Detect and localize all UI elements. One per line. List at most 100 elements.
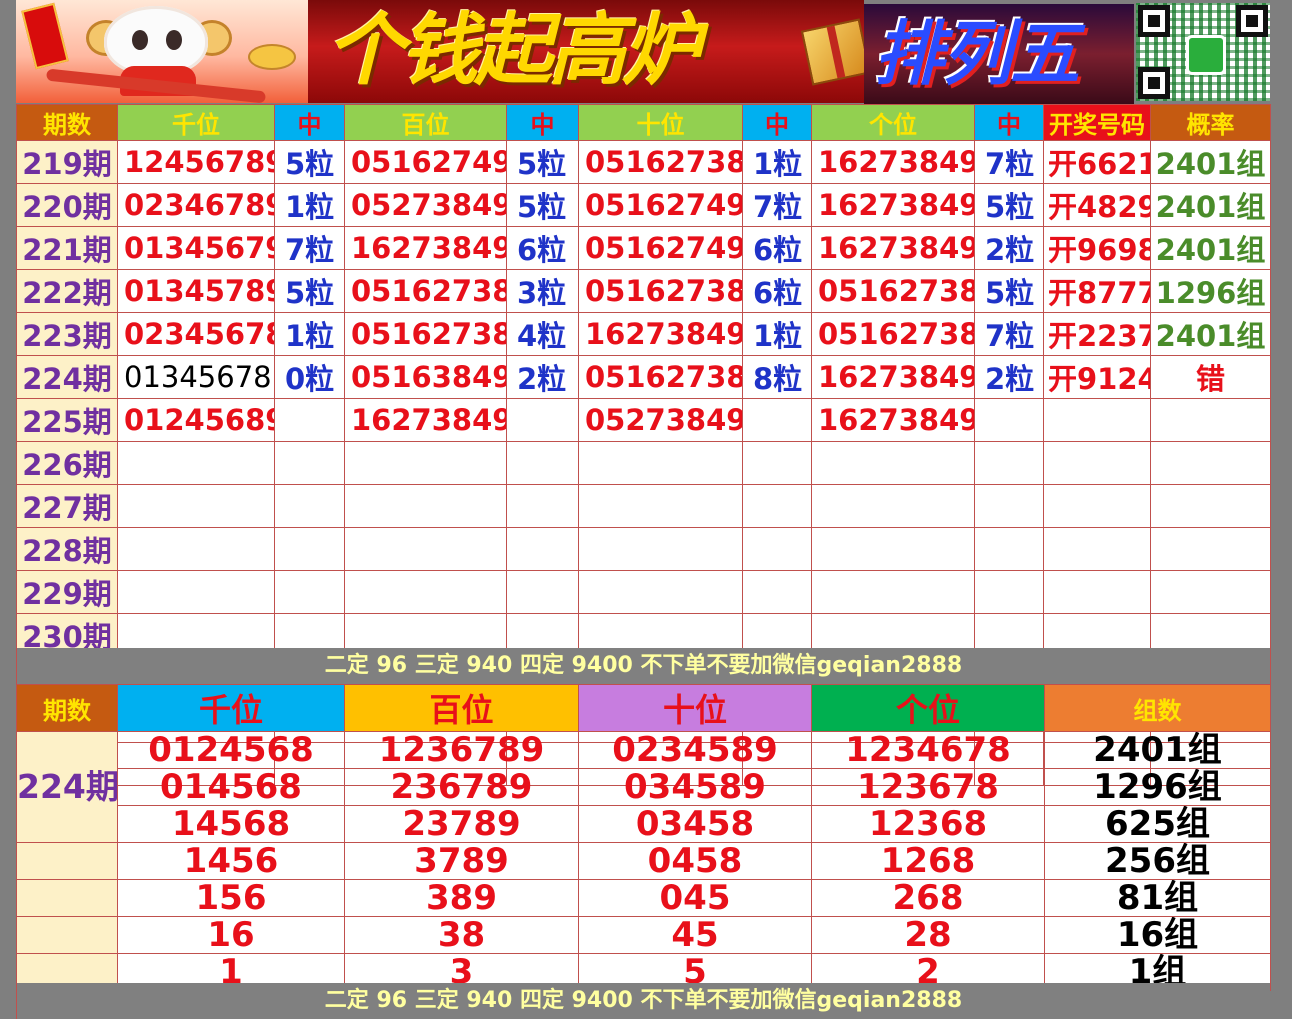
- qian-cell: 16: [117, 916, 345, 954]
- table-row: 229期: [16, 570, 1271, 614]
- bai-hit-cell: [506, 527, 579, 571]
- ge-cell: [811, 527, 975, 571]
- bai-hit-cell: 6粒: [506, 226, 579, 270]
- bai-cell: 236789: [344, 768, 579, 806]
- table-row: 225期 01245689 16273849 05273849 16273849: [16, 398, 1271, 442]
- count-cell: 1296组: [1044, 768, 1271, 806]
- title-panel: 个钱起高炉: [308, 0, 872, 103]
- current-period-table: 期数 千位 百位 十位 个位 组数 224期 0124568 1236789 0234…: [16, 684, 1271, 991]
- qian-cell: 02346789: [117, 183, 275, 227]
- period-cell: 228期: [16, 527, 118, 571]
- rate-cell: 错: [1150, 355, 1271, 399]
- draw-cell: [1043, 484, 1151, 528]
- shi-cell: [578, 484, 743, 528]
- qian-hit-cell: [274, 398, 345, 442]
- table-row: 226期: [16, 441, 1271, 485]
- ge-hit-cell: 2粒: [974, 355, 1044, 399]
- count-cell: 2401组: [1044, 731, 1271, 769]
- bai-cell: 16273849: [344, 226, 507, 270]
- header-ge: 个位: [811, 104, 975, 141]
- period-cell: 220期: [16, 183, 118, 227]
- table-row: 223期 02345678 1粒 05162738 4粒 16273849 1粒 051627…: [16, 312, 1271, 356]
- shi-hit-cell: 6粒: [742, 269, 812, 313]
- period-cell-empty: [16, 842, 118, 880]
- qian-hit-cell: 5粒: [274, 269, 345, 313]
- ge-cell: 123678: [811, 768, 1045, 806]
- bai-cell: 1236789: [344, 731, 579, 769]
- table-row: 16 38 45 28 16组: [16, 916, 1271, 954]
- qian-cell: 01245689: [117, 398, 275, 442]
- header-shi: 十位: [578, 684, 812, 732]
- bai-cell: 23789: [344, 805, 579, 843]
- qian-hit-cell: 0粒: [274, 355, 345, 399]
- table-row: 227期: [16, 484, 1271, 528]
- period-cell: 221期: [16, 226, 118, 270]
- bai-hit-cell: [506, 570, 579, 614]
- lottery-sheet: 个钱起高炉 排列五 期数 千位 中 百位 中 十位 中 个位 中 开奖号码 概率…: [16, 0, 1271, 1019]
- draw-cell: 开2237: [1043, 312, 1151, 356]
- qian-cell: 01345679: [117, 226, 275, 270]
- header-bai-hit: 中: [506, 104, 579, 141]
- bai-cell: 05162738: [344, 269, 507, 313]
- table-row: 219期 12456789 5粒 05162749 5粒 05162738 1粒 162738…: [16, 140, 1271, 184]
- wechat-icon: [1186, 35, 1226, 75]
- qian-hit-cell: 5粒: [274, 140, 345, 184]
- shi-hit-cell: 8粒: [742, 355, 812, 399]
- draw-cell: [1043, 527, 1151, 571]
- draw-cell: 开4829: [1043, 183, 1151, 227]
- period-cell-empty: [16, 916, 118, 954]
- bai-cell: [344, 570, 507, 614]
- bai-cell: [344, 441, 507, 485]
- shi-cell: 16273849: [578, 312, 743, 356]
- shi-hit-cell: 7粒: [742, 183, 812, 227]
- draw-cell: 开9124: [1043, 355, 1151, 399]
- count-cell: 81组: [1044, 879, 1271, 917]
- rate-cell: [1150, 527, 1271, 571]
- ge-cell: [811, 441, 975, 485]
- table-row: 014568 236789 034589 123678 1296组: [17, 768, 1271, 806]
- shi-hit-cell: 1粒: [742, 312, 812, 356]
- bai-cell: 05162749: [344, 140, 507, 184]
- qian-hit-cell: 1粒: [274, 312, 345, 356]
- header-ge-hit: 中: [974, 104, 1044, 141]
- rate-cell: [1150, 398, 1271, 442]
- qian-cell: [117, 570, 275, 614]
- period-cell: 224期: [16, 355, 118, 399]
- header-draw: 开奖号码: [1043, 104, 1151, 141]
- table-header-row: 期数 千位 百位 十位 个位 组数: [16, 684, 1271, 732]
- period-cell: 229期: [16, 570, 118, 614]
- shi-cell: 034589: [578, 768, 812, 806]
- brand-panel: 排列五: [864, 4, 1134, 104]
- shi-cell: 045: [578, 879, 812, 917]
- rate-cell: 2401组: [1150, 226, 1271, 270]
- brand-title: 排列五: [874, 13, 1080, 95]
- bai-cell: 389: [344, 879, 579, 917]
- table-header-row: 期数 千位 中 百位 中 十位 中 个位 中 开奖号码 概率: [16, 104, 1271, 141]
- table-row: 1456 3789 0458 1268 256组: [16, 842, 1271, 880]
- rate-cell: 2401组: [1150, 312, 1271, 356]
- qian-cell: 01345678: [117, 355, 275, 399]
- ge-cell: 16273849: [811, 355, 975, 399]
- ge-cell: 16273849: [811, 183, 975, 227]
- bai-hit-cell: 2粒: [506, 355, 579, 399]
- qian-cell: 156: [117, 879, 345, 917]
- shi-cell: 05162738: [578, 140, 743, 184]
- bai-cell: 05162738: [344, 312, 507, 356]
- period-cell: 224期: [16, 731, 118, 843]
- bai-hit-cell: [506, 441, 579, 485]
- qian-cell: 01345789: [117, 269, 275, 313]
- table-row: 224期 01345678 0粒 05163849 2粒 05162738 8粒 162738…: [16, 355, 1271, 399]
- ge-cell: 05162738: [811, 312, 975, 356]
- header-shi-hit: 中: [742, 104, 812, 141]
- table-row: 222期 01345789 5粒 05162738 3粒 05162738 6粒 051627…: [16, 269, 1271, 313]
- bai-cell: 16273849: [344, 398, 507, 442]
- ge-cell: [811, 484, 975, 528]
- ge-hit-cell: 5粒: [974, 183, 1044, 227]
- qian-hit-cell: 1粒: [274, 183, 345, 227]
- shi-hit-cell: [742, 527, 812, 571]
- qian-cell: 12456789: [117, 140, 275, 184]
- rate-cell: 2401组: [1150, 140, 1271, 184]
- qian-cell: [117, 527, 275, 571]
- shi-hit-cell: [742, 398, 812, 442]
- bai-hit-cell: 5粒: [506, 183, 579, 227]
